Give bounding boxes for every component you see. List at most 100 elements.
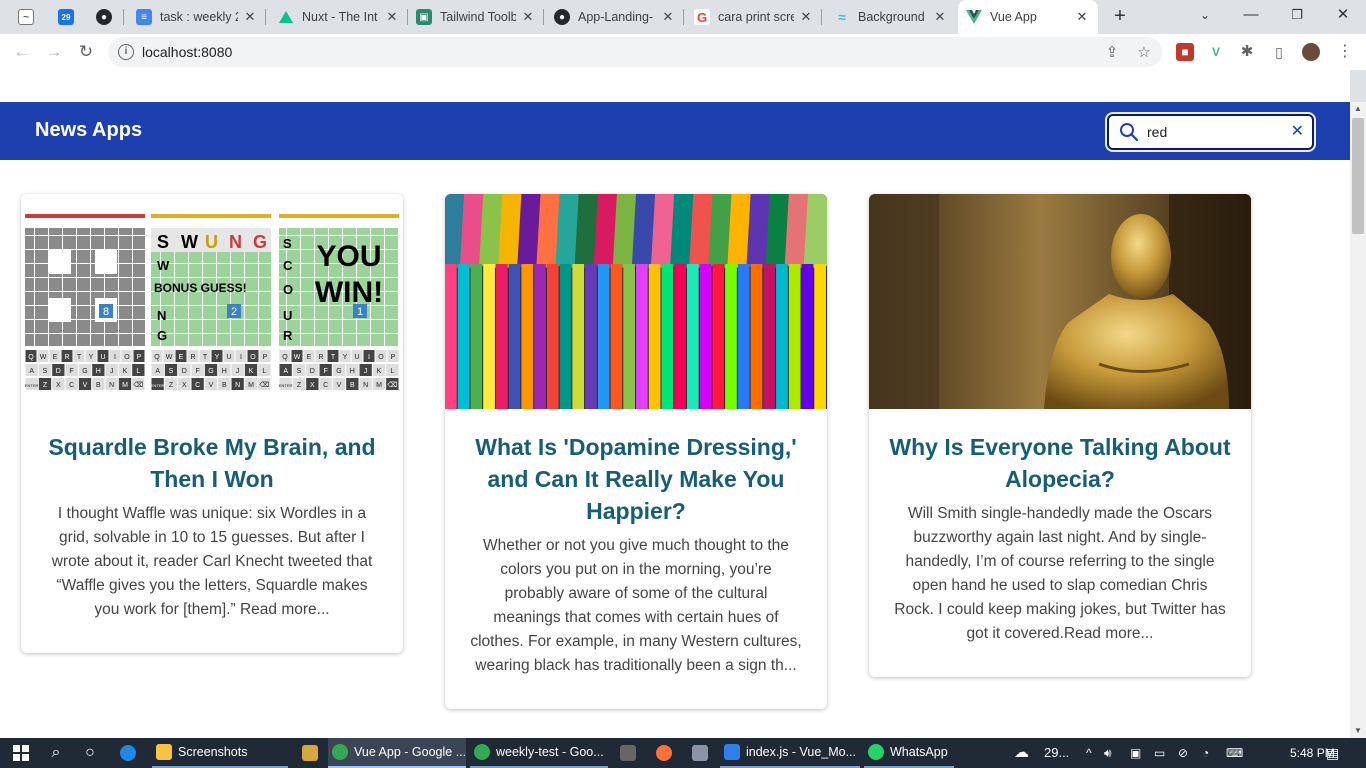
no-sync-icon[interactable]: ⊘: [1178, 738, 1188, 768]
clear-search-icon[interactable]: ✕: [1291, 121, 1304, 141]
close-tab-icon[interactable]: ✕: [242, 9, 258, 25]
tab-google-search[interactable]: G cara print scre ✕: [686, 0, 822, 34]
garment-hanging: [483, 264, 495, 409]
extensions-puzzle-icon[interactable]: ✱: [1238, 43, 1256, 61]
battery-icon[interactable]: ▭: [1154, 738, 1165, 768]
keyboard-key-label: I: [240, 354, 242, 361]
close-tab-icon[interactable]: ✕: [660, 9, 676, 25]
scroll-down-arrow-icon[interactable]: ▼: [1350, 724, 1366, 738]
pinned-app-icon[interactable]: [298, 738, 322, 768]
close-tab-icon[interactable]: ✕: [1074, 9, 1090, 25]
board3-tile: R: [283, 328, 293, 343]
tab-task-weekly[interactable]: ≡ task : weekly 2 ✕: [128, 0, 266, 34]
tab-search-button[interactable]: ⌄: [1182, 0, 1228, 34]
share-icon[interactable]: ⇪: [1102, 43, 1122, 63]
tab-vue-app[interactable]: Vue App ✕: [958, 0, 1098, 34]
wifi-icon[interactable]: ◔: [1202, 738, 1209, 768]
keyboard-key-label: G: [208, 368, 213, 375]
maximize-button[interactable]: ❐: [1274, 0, 1320, 34]
taskbar-item-screenshots[interactable]: Screenshots: [152, 738, 288, 768]
keyboard-key-label: T: [203, 354, 208, 361]
close-tab-icon[interactable]: ✕: [932, 9, 948, 25]
search-box[interactable]: ✕: [1107, 114, 1314, 150]
scroll-up-arrow-icon[interactable]: ▲: [1350, 102, 1366, 116]
keyboard-key-label: M: [122, 382, 128, 389]
garment-hanging: [585, 264, 597, 409]
keyboard-key-label: O: [124, 354, 130, 361]
garment-hanging: [661, 264, 674, 409]
close-tab-icon[interactable]: ✕: [798, 9, 814, 25]
volume-icon[interactable]: 🔊︎: [1104, 738, 1112, 768]
search-input[interactable]: [1147, 122, 1287, 142]
extension-red-icon[interactable]: ■: [1176, 43, 1194, 61]
tab-tailwind-toolbox[interactable]: ▣ Tailwind Toolb ✕: [408, 0, 544, 34]
keyboard-key-label: P: [137, 354, 142, 361]
close-window-button[interactable]: ✕: [1320, 0, 1366, 34]
keyboard-key-label: O: [250, 354, 256, 361]
taskbar-item-whatsapp[interactable]: WhatsApp: [864, 738, 954, 768]
whatsapp-icon: [868, 744, 884, 760]
article-card[interactable]: 8 S W U N G W BONUS GUESS! N G 2 YOU WIN…: [21, 194, 403, 653]
keyboard-key-label: T: [331, 354, 336, 361]
keyboard-icon[interactable]: ⌨: [1226, 738, 1243, 768]
edge-icon[interactable]: [116, 738, 140, 768]
close-tab-icon[interactable]: ✕: [384, 9, 400, 25]
browser-menu-icon[interactable]: ⋮: [1336, 43, 1354, 61]
firefox-icon[interactable]: [652, 738, 676, 768]
tab-nuxt[interactable]: Nuxt - The Int ✕: [270, 0, 408, 34]
site-info-icon[interactable]: i: [118, 44, 134, 60]
notifications-icon[interactable]: ▤: [1326, 738, 1339, 768]
search-taskbar-icon[interactable]: ⌕: [44, 738, 68, 768]
new-tab-button[interactable]: +: [1108, 4, 1132, 28]
article-title[interactable]: Why Is Everyone Talking About Alopecia?: [889, 431, 1231, 495]
page-scrollbar[interactable]: ▲ ▼: [1350, 102, 1366, 738]
side-panel-icon[interactable]: ▯: [1270, 43, 1288, 61]
profile-avatar[interactable]: [1302, 43, 1320, 61]
folder-icon: [156, 744, 172, 760]
board3-tile: O: [283, 282, 293, 297]
cortana-icon[interactable]: ○: [78, 738, 102, 768]
taskbar-item-vscode[interactable]: index.js - Vue_Mo...: [720, 738, 860, 768]
garment-hanging: [508, 264, 521, 409]
article-title[interactable]: What Is 'Dopamine Dressing,' and Can It …: [465, 431, 807, 527]
tab-calendar[interactable]: 29: [50, 0, 86, 34]
reload-button[interactable]: ↻: [74, 40, 98, 64]
keyboard-key-label: U: [226, 354, 231, 361]
address-bar[interactable]: i localhost:8080 ⇪ ☆: [108, 37, 1162, 67]
search-icon: [1120, 123, 1139, 142]
article-card[interactable]: Why Is Everyone Talking About Alopecia? …: [869, 194, 1251, 677]
keyboard-key-label: L: [136, 368, 140, 375]
pinned-icon: ~: [18, 9, 34, 25]
camera-icon[interactable]: [688, 738, 712, 768]
article-title[interactable]: Squardle Broke My Brain, and Then I Won: [41, 431, 383, 495]
shield-app-icon[interactable]: [616, 738, 640, 768]
keyboard-key-label: V: [83, 382, 88, 389]
taskbar-item-weekly-test[interactable]: weekly-test - Goo...: [470, 738, 608, 768]
tab-pinned[interactable]: ~: [10, 0, 46, 34]
tab-app-landing[interactable]: ● App-Landing- ✕: [546, 0, 684, 34]
keyboard-key-label: N: [235, 382, 240, 389]
keyboard-rows: Q W E R T Y U I O PA S D F G H J K LENTER Z X C V B N M ⌫Q W E R T Y U I…: [25, 350, 399, 390]
article-card[interactable]: What Is 'Dopamine Dressing,' and Can It …: [445, 194, 827, 709]
taskbar-item-vue-app[interactable]: Vue App - Google ...: [328, 738, 466, 768]
weather-temp[interactable]: 29...: [1044, 738, 1069, 768]
garment-hanging: [610, 264, 623, 409]
close-tab-icon[interactable]: ✕: [520, 9, 536, 25]
keyboard-key-label: E: [179, 354, 184, 361]
tab-github[interactable]: ●: [88, 0, 124, 34]
nuxt-icon: [278, 9, 294, 25]
minimize-button[interactable]: —: [1228, 0, 1274, 34]
show-hidden-icons[interactable]: ^: [1086, 738, 1092, 768]
start-button[interactable]: [6, 738, 36, 768]
scrollbar-thumb[interactable]: [1352, 118, 1364, 234]
keyboard-key-label: J: [110, 368, 114, 375]
forward-button[interactable]: →: [42, 40, 66, 64]
device-icon[interactable]: ▣: [1130, 738, 1141, 768]
vue-devtools-icon[interactable]: V: [1207, 43, 1225, 61]
brand-title[interactable]: News Apps: [35, 119, 142, 142]
article-excerpt: Whether or not you give much thought to …: [470, 537, 802, 674]
back-button[interactable]: ←: [10, 40, 34, 64]
tab-background[interactable]: ≈ Background Ir ✕: [826, 0, 956, 34]
board3-tile: S: [283, 236, 292, 251]
bookmark-star-icon[interactable]: ☆: [1134, 43, 1154, 63]
